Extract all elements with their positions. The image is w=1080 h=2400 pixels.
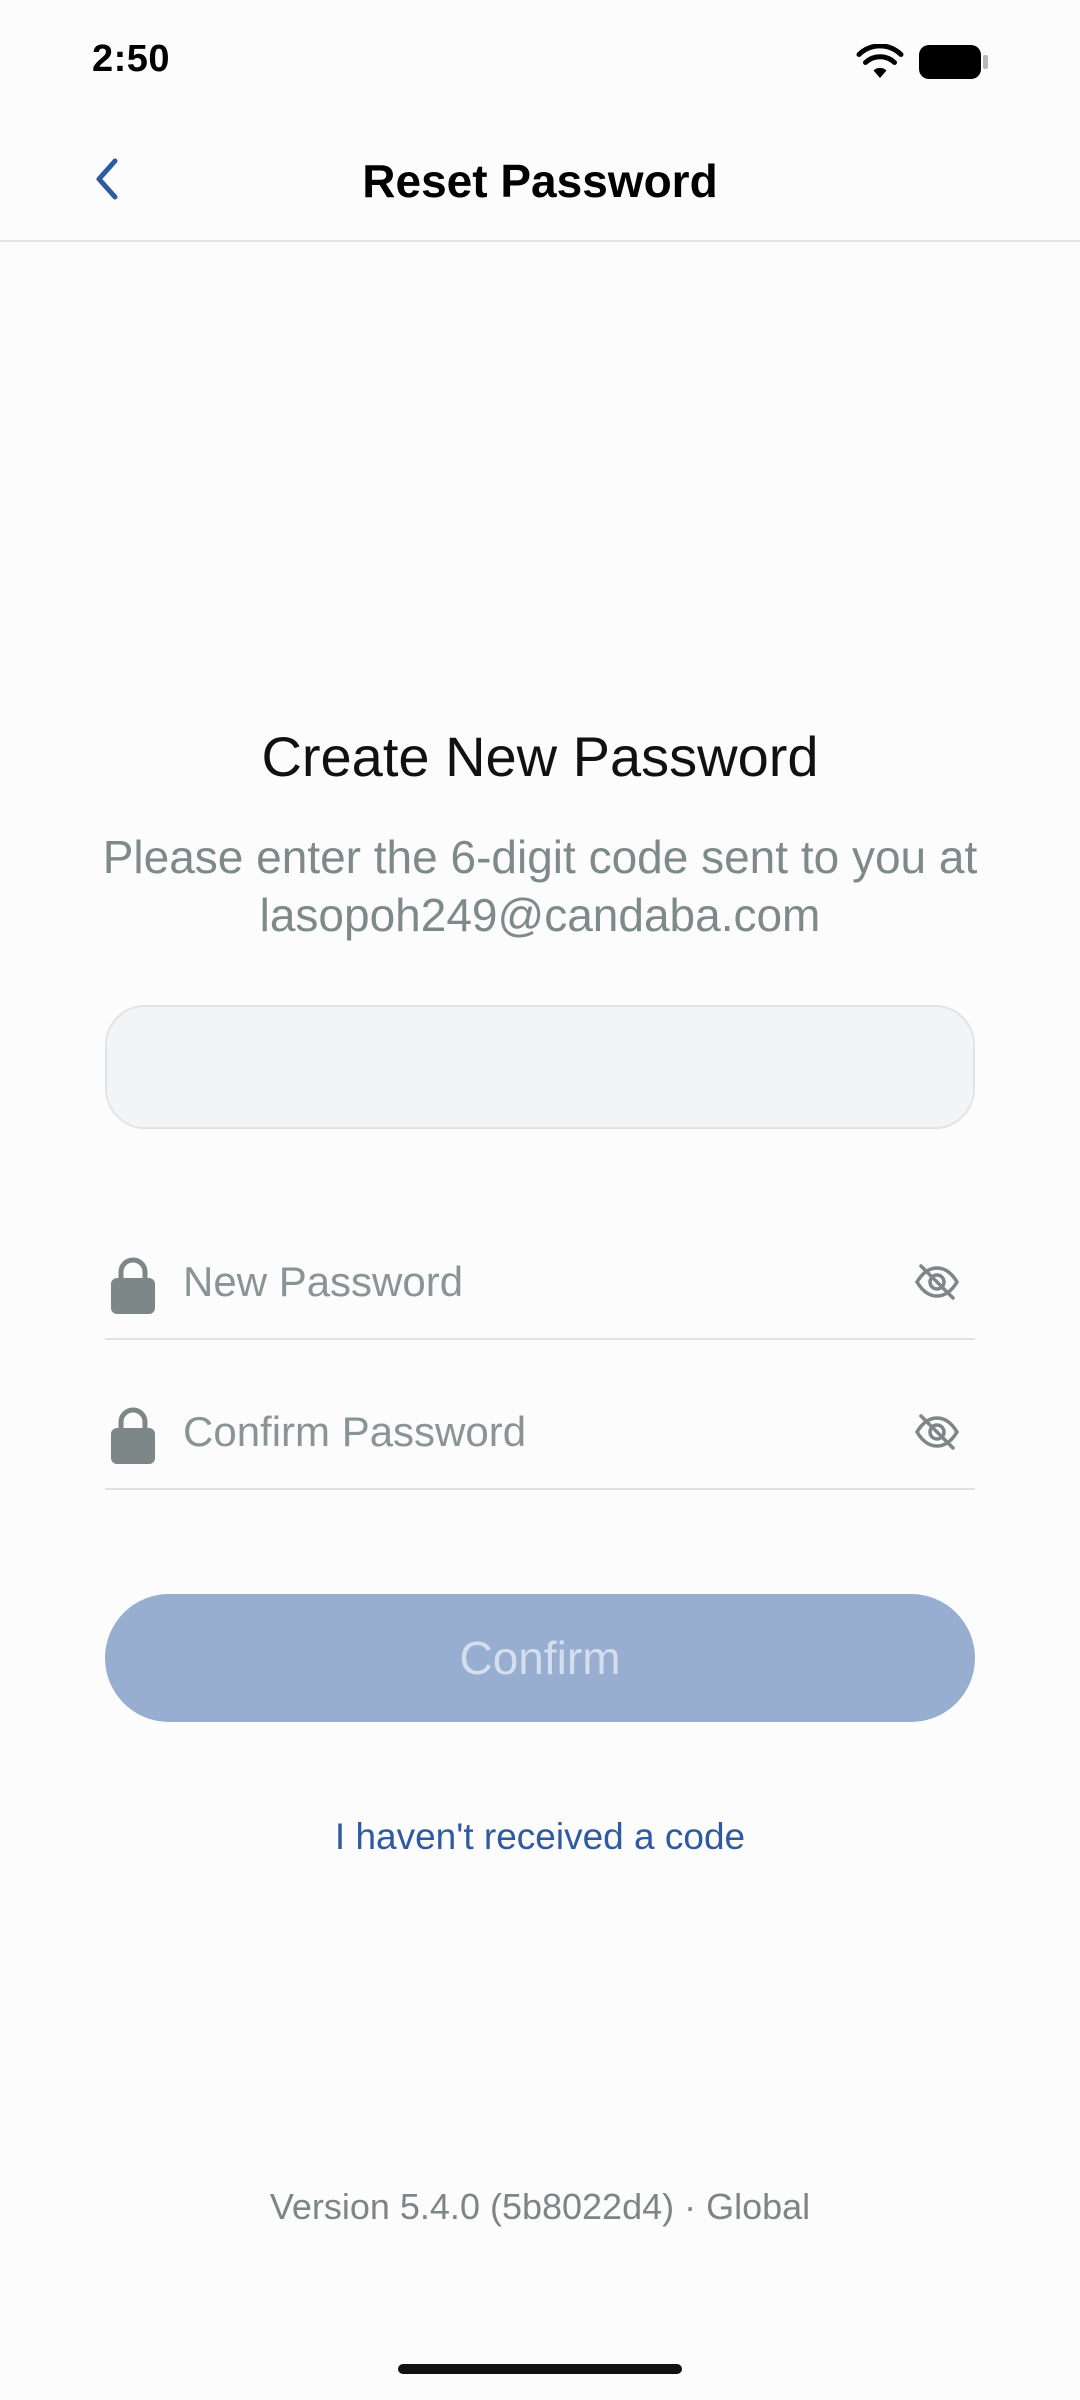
nav-bar: Reset Password	[0, 120, 1080, 242]
confirm-password-field	[105, 1380, 975, 1490]
eye-off-icon[interactable]	[913, 1408, 961, 1456]
confirm-button[interactable]: Confirm	[105, 1594, 975, 1722]
reset-password-screen: 2:50 Reset Password Create New Password …	[0, 0, 1080, 2400]
eye-off-icon[interactable]	[913, 1258, 961, 1306]
lock-icon	[111, 1257, 155, 1314]
heading: Create New Password	[261, 725, 819, 788]
subtitle: Please enter the 6-digit code sent to yo…	[102, 831, 978, 941]
verification-code-input[interactable]	[105, 1005, 975, 1129]
version-text: Version 5.4.0 (5b8022d4) · Global	[269, 2186, 811, 2227]
confirm-password-input[interactable]	[183, 1396, 883, 1468]
resend-code-link[interactable]: I haven't received a code	[0, 1816, 1080, 1858]
lock-icon	[111, 1407, 155, 1464]
new-password-input[interactable]	[183, 1246, 883, 1318]
battery-icon	[919, 45, 988, 79]
home-indicator[interactable]	[398, 2364, 682, 2374]
status-time: 2:50	[92, 38, 171, 80]
new-password-field	[105, 1230, 975, 1340]
page-title: Reset Password	[362, 155, 718, 207]
wifi-icon	[856, 44, 904, 78]
status-bar: 2:50	[0, 0, 1080, 120]
